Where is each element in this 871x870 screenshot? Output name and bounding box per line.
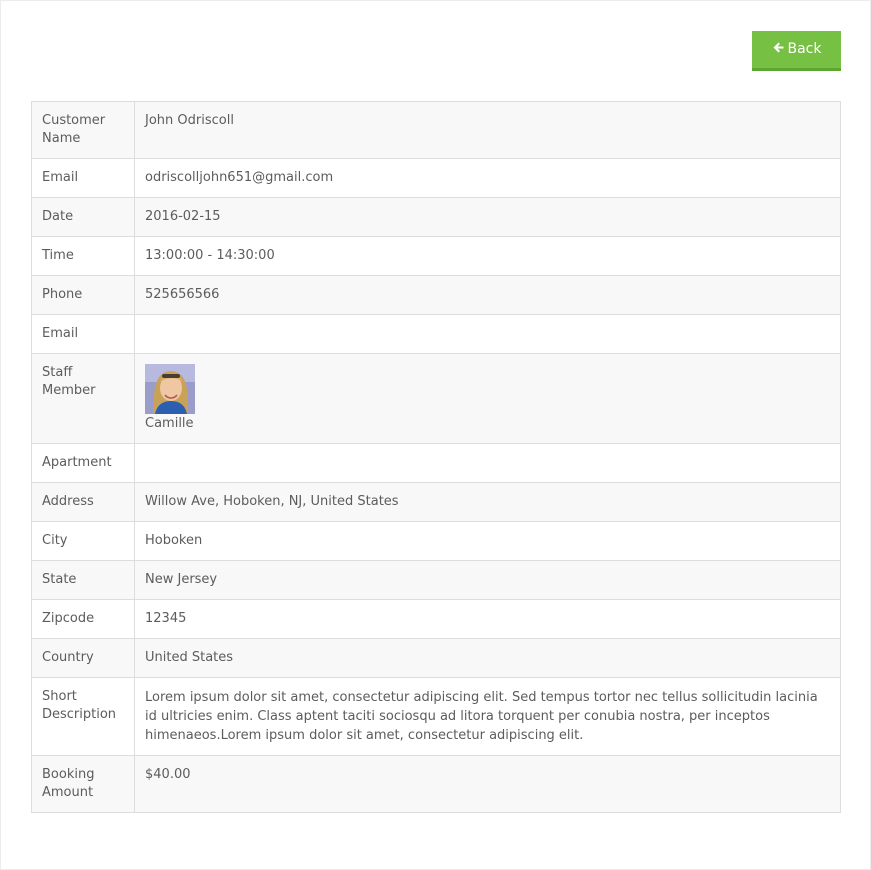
row-label-booking-amount: Booking Amount	[31, 755, 135, 813]
row-label-apartment: Apartment	[31, 443, 135, 483]
row-value-date: 2016-02-15	[134, 197, 841, 237]
row-value-state: New Jersey	[134, 560, 841, 600]
table-row: Staff Member Camille	[31, 353, 841, 444]
table-row: Address Willow Ave, Hoboken, NJ, United …	[31, 482, 841, 522]
staff-name: Camille	[145, 416, 194, 431]
back-button[interactable]: Back	[752, 31, 841, 71]
table-row: Short Description Lorem ipsum dolor sit …	[31, 677, 841, 756]
table-row: Email odriscolljohn651@gmail.com	[31, 158, 841, 198]
row-value-customer-name: John Odriscoll	[134, 101, 841, 159]
row-value-zipcode: 12345	[134, 599, 841, 639]
table-row: Country United States	[31, 638, 841, 678]
table-row: Booking Amount $40.00	[31, 755, 841, 813]
row-value-address: Willow Ave, Hoboken, NJ, United States	[134, 482, 841, 522]
row-label-country: Country	[31, 638, 135, 678]
row-value-phone: 525656566	[134, 275, 841, 315]
row-label-zipcode: Zipcode	[31, 599, 135, 639]
row-label-date: Date	[31, 197, 135, 237]
row-label-state: State	[31, 560, 135, 600]
arrow-left-icon	[772, 32, 785, 53]
table-row: Zipcode 12345	[31, 599, 841, 639]
row-value-staff-member: Camille	[134, 353, 841, 444]
row-value-apartment	[134, 443, 841, 483]
table-row: Phone 525656566	[31, 275, 841, 315]
row-label-address: Address	[31, 482, 135, 522]
row-label-phone: Phone	[31, 275, 135, 315]
staff-avatar	[145, 364, 195, 414]
row-value-time: 13:00:00 - 14:30:00	[134, 236, 841, 276]
row-value-short-description: Lorem ipsum dolor sit amet, consectetur …	[134, 677, 841, 756]
booking-details-table: Customer Name John Odriscoll Email odris…	[31, 101, 841, 813]
row-label-time: Time	[31, 236, 135, 276]
row-label-customer-name: Customer Name	[31, 101, 135, 159]
table-row: Apartment	[31, 443, 841, 483]
row-label-email: Email	[31, 158, 135, 198]
back-button-label: Back	[787, 41, 822, 57]
row-label-city: City	[31, 521, 135, 561]
row-value-country: United States	[134, 638, 841, 678]
row-value-email-2	[134, 314, 841, 354]
row-label-email-2: Email	[31, 314, 135, 354]
row-value-city: Hoboken	[134, 521, 841, 561]
row-value-email: odriscolljohn651@gmail.com	[134, 158, 841, 198]
row-value-booking-amount: $40.00	[134, 755, 841, 813]
table-row: State New Jersey	[31, 560, 841, 600]
table-row: City Hoboken	[31, 521, 841, 561]
table-row: Customer Name John Odriscoll	[31, 101, 841, 159]
table-row: Date 2016-02-15	[31, 197, 841, 237]
row-label-staff-member: Staff Member	[31, 353, 135, 444]
row-label-short-description: Short Description	[31, 677, 135, 756]
table-row: Time 13:00:00 - 14:30:00	[31, 236, 841, 276]
table-row: Email	[31, 314, 841, 354]
